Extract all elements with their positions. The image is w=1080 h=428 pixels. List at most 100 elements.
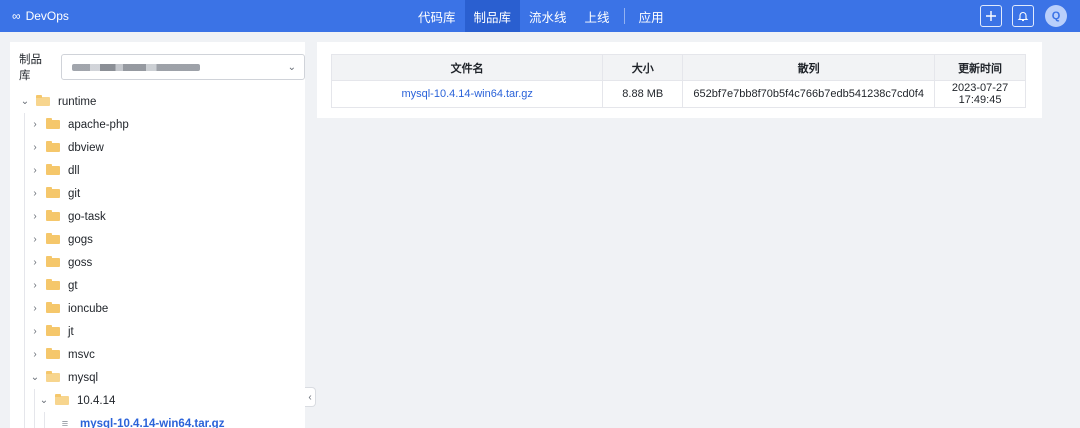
tree-node-label: dbview xyxy=(68,141,104,154)
folder-icon xyxy=(46,325,60,336)
tree-node-label: msvc xyxy=(68,348,95,361)
file-updated-time: 2023-07-27 17:49:45 xyxy=(934,80,1026,108)
nav-item-pipeline[interactable]: 流水线 xyxy=(520,0,576,32)
top-bar: ∞ DevOps 代码库 制品库 流水线 上线 应用 Q xyxy=(0,0,1080,32)
column-header-hash[interactable]: 散列 xyxy=(682,54,936,81)
folder-icon xyxy=(46,187,60,198)
chevron-right-icon[interactable]: › xyxy=(29,326,41,337)
add-button[interactable] xyxy=(980,5,1002,27)
tree-guide xyxy=(34,412,35,428)
tree-node-label: git xyxy=(68,187,81,200)
tree-node-runtime[interactable]: ⌄ runtime xyxy=(10,90,305,113)
nav-item-code[interactable]: 代码库 xyxy=(409,0,465,32)
tree-node-apache-php[interactable]: › apache-php xyxy=(10,113,305,136)
tree-node-label: runtime xyxy=(58,95,97,108)
collapse-sidebar-button[interactable]: ‹ xyxy=(305,387,316,407)
chevron-right-icon[interactable]: › xyxy=(29,119,41,130)
folder-icon xyxy=(46,233,60,244)
notifications-button[interactable] xyxy=(1012,5,1034,27)
tree-node-gogs[interactable]: › gogs xyxy=(10,228,305,251)
chevron-down-icon: ⌄ xyxy=(287,61,296,73)
tree-guide xyxy=(24,159,25,182)
tree-guide xyxy=(24,136,25,159)
folder-icon xyxy=(46,279,60,290)
chevron-right-icon[interactable]: › xyxy=(29,188,41,199)
chevron-down-icon[interactable]: ⌄ xyxy=(19,96,31,107)
tree-guide xyxy=(24,274,25,297)
tree-node-label: jt xyxy=(68,325,74,338)
tree-node-label: gt xyxy=(68,279,78,292)
chevron-right-icon[interactable]: › xyxy=(29,234,41,245)
tree-node-file-selected[interactable]: ≡ mysql-10.4.14-win64.tar.gz xyxy=(10,412,305,428)
nav-item-apps[interactable]: 应用 xyxy=(630,0,673,32)
tree-guide xyxy=(24,412,25,428)
tree-guide xyxy=(44,412,45,428)
tree-node-label: gogs xyxy=(68,233,93,246)
folder-open-icon xyxy=(36,95,50,106)
tree-node-label: goss xyxy=(68,256,93,269)
file-hash: 652bf7e7bb8f70b5f4c766b7edb541238c7cd0f4 xyxy=(682,80,936,108)
chevron-right-icon[interactable]: › xyxy=(29,165,41,176)
tree-guide xyxy=(24,113,25,136)
chevron-down-icon[interactable]: ⌄ xyxy=(38,395,50,406)
tree-guide xyxy=(24,205,25,228)
tree-node-label: go-task xyxy=(68,210,106,223)
chevron-right-icon[interactable]: › xyxy=(29,257,41,268)
tree-node-jt[interactable]: › jt xyxy=(10,320,305,343)
folder-open-icon xyxy=(55,394,69,405)
folder-icon xyxy=(46,118,60,129)
artifact-tree: ⌄ runtime › apache-php › dbview › dll › … xyxy=(10,90,305,428)
chevron-right-icon[interactable]: › xyxy=(29,349,41,360)
nav-label: 应用 xyxy=(638,10,664,25)
nav-label: 制品库 xyxy=(473,10,512,25)
tree-guide xyxy=(24,228,25,251)
folder-icon xyxy=(46,164,60,175)
column-header-updated[interactable]: 更新时间 xyxy=(934,54,1026,81)
tree-node-dbview[interactable]: › dbview xyxy=(10,136,305,159)
tree-node-gt[interactable]: › gt xyxy=(10,274,305,297)
artifact-table: 文件名 大小 散列 更新时间 mysql-10.4.14-win64.tar.g… xyxy=(330,54,1026,108)
tree-node-dll[interactable]: › dll xyxy=(10,159,305,182)
tree-node-goss[interactable]: › goss xyxy=(10,251,305,274)
chevron-right-icon[interactable]: › xyxy=(29,211,41,222)
tree-guide xyxy=(24,366,25,389)
nav-label: 流水线 xyxy=(529,10,567,25)
tree-node-go-task[interactable]: › go-task xyxy=(10,205,305,228)
table-row: mysql-10.4.14-win64.tar.gz 8.88 MB 652bf… xyxy=(330,80,1026,108)
nav-item-artifacts[interactable]: 制品库 xyxy=(464,0,521,32)
tree-node-mysql[interactable]: ⌄ mysql xyxy=(10,366,305,389)
nav-item-release[interactable]: 上线 xyxy=(576,0,619,32)
avatar[interactable]: Q xyxy=(1045,5,1067,27)
nav-label: 上线 xyxy=(584,10,610,25)
folder-icon xyxy=(46,141,60,152)
artifact-detail-panel: 文件名 大小 散列 更新时间 mysql-10.4.14-win64.tar.g… xyxy=(317,42,1042,118)
chevron-right-icon[interactable]: › xyxy=(29,142,41,153)
artifact-sidebar: 制品库 ⌄ ⌄ runtime › apache-php › dbview › xyxy=(10,42,305,428)
repo-label: 制品库 xyxy=(19,54,42,82)
tree-node-msvc[interactable]: › msvc xyxy=(10,343,305,366)
repo-value-blurred xyxy=(72,63,201,71)
chevron-right-icon[interactable]: › xyxy=(29,303,41,314)
tree-node-ioncube[interactable]: › ioncube xyxy=(10,297,305,320)
file-size: 8.88 MB xyxy=(602,80,684,108)
tree-node-label: mysql-10.4.14-win64.tar.gz xyxy=(80,417,225,428)
tree-guide xyxy=(34,389,35,412)
chevron-right-icon[interactable]: › xyxy=(29,280,41,291)
repo-select[interactable]: ⌄ xyxy=(61,54,305,80)
file-link[interactable]: mysql-10.4.14-win64.tar.gz xyxy=(330,80,604,108)
chevron-down-icon[interactable]: ⌄ xyxy=(29,372,41,383)
folder-open-icon xyxy=(46,371,60,382)
tree-guide xyxy=(24,343,25,366)
repo-selector-row: 制品库 ⌄ xyxy=(19,51,305,83)
nav-label: 代码库 xyxy=(418,10,456,25)
nav-divider xyxy=(623,8,625,24)
column-header-size[interactable]: 大小 xyxy=(602,54,684,81)
column-header-filename[interactable]: 文件名 xyxy=(330,54,604,81)
tree-node-10-4-14[interactable]: ⌄ 10.4.14 xyxy=(10,389,305,412)
brand[interactable]: ∞ DevOps xyxy=(12,0,69,32)
tree-node-git[interactable]: › git xyxy=(10,182,305,205)
tree-node-label: dll xyxy=(68,164,80,177)
tree-node-label: mysql xyxy=(68,371,99,384)
tree-guide xyxy=(24,320,25,343)
tree-guide xyxy=(24,297,25,320)
